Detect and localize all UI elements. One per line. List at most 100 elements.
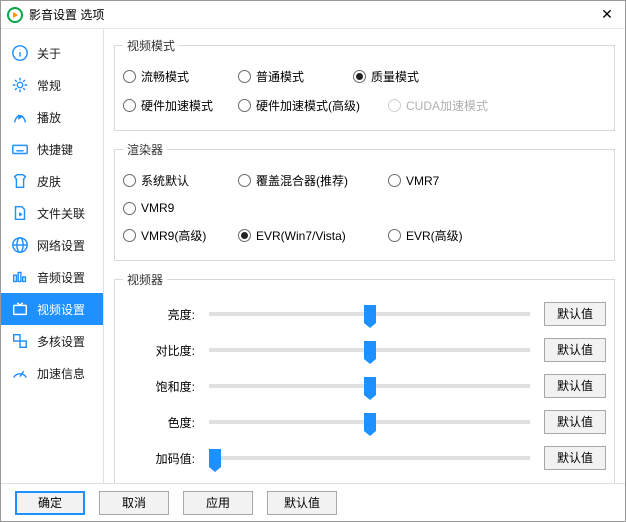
slider-thumb[interactable] xyxy=(364,377,376,395)
cancel-button[interactable]: 取消 xyxy=(99,491,169,515)
slider-row: 亮度: 默认值 xyxy=(123,296,606,332)
sidebar-item-general[interactable]: 常规 xyxy=(1,69,103,101)
radio-sys-default[interactable]: 系统默认 xyxy=(123,172,238,189)
slider-default-button[interactable]: 默认值 xyxy=(544,338,606,362)
sidebar-item-multicore[interactable]: 多核设置 xyxy=(1,325,103,357)
sidebar: 关于 常规 播放 快捷键 皮肤 文件关联 网络设置 音频设置 视频设置 多核设置… xyxy=(1,29,103,483)
titlebar: 影音设置 选项 ✕ xyxy=(1,1,625,29)
radio-label: VMR7 xyxy=(406,174,439,188)
group-legend: 视频模式 xyxy=(123,37,179,54)
apply-button[interactable]: 应用 xyxy=(183,491,253,515)
sidebar-item-network[interactable]: 网络设置 xyxy=(1,229,103,261)
radio-icon xyxy=(388,174,401,187)
sidebar-item-label: 网络设置 xyxy=(37,237,85,254)
sidebar-item-label: 常规 xyxy=(37,77,61,94)
tv-icon xyxy=(11,300,29,318)
slider-track[interactable] xyxy=(209,456,530,460)
sidebar-item-video[interactable]: 视频设置 xyxy=(1,293,103,325)
radio-evr-win7[interactable]: EVR(Win7/Vista) xyxy=(238,227,388,244)
radio-icon xyxy=(123,202,136,215)
ok-button[interactable]: 确定 xyxy=(15,491,85,515)
group-video-mode: 视频模式 流畅模式 普通模式 质量模式 硬件加速模式 硬件加速模式(高级) CU… xyxy=(114,37,615,131)
sidebar-item-label: 快捷键 xyxy=(37,141,73,158)
radio-smooth-mode[interactable]: 流畅模式 xyxy=(123,68,238,85)
radio-icon xyxy=(388,229,401,242)
radio-label: EVR(Win7/Vista) xyxy=(256,229,346,243)
gear-icon xyxy=(11,76,29,94)
radio-overlay-mixer[interactable]: 覆盖混合器(推荐) xyxy=(238,172,388,189)
slider-track[interactable] xyxy=(209,420,530,424)
defaults-button[interactable]: 默认值 xyxy=(267,491,337,515)
sidebar-item-hotkeys[interactable]: 快捷键 xyxy=(1,133,103,165)
sidebar-item-playback[interactable]: 播放 xyxy=(1,101,103,133)
radio-icon xyxy=(123,70,136,83)
slider-thumb[interactable] xyxy=(364,413,376,431)
radio-normal-mode[interactable]: 普通模式 xyxy=(238,68,353,85)
slider-default-button[interactable]: 默认值 xyxy=(544,374,606,398)
audio-icon xyxy=(11,268,29,286)
radio-hw-accel[interactable]: 硬件加速模式 xyxy=(123,97,238,114)
group-legend: 渲染器 xyxy=(123,141,167,158)
slider-default-button[interactable]: 默认值 xyxy=(544,302,606,326)
radio-icon xyxy=(238,229,251,242)
shirt-icon xyxy=(11,172,29,190)
content-panel: 视频模式 流畅模式 普通模式 质量模式 硬件加速模式 硬件加速模式(高级) CU… xyxy=(103,29,625,483)
radio-label: CUDA加速模式 xyxy=(406,97,488,114)
globe-icon xyxy=(11,236,29,254)
sidebar-item-label: 音频设置 xyxy=(37,269,85,286)
sidebar-item-accel-info[interactable]: 加速信息 xyxy=(1,357,103,389)
group-video-adj: 视频器 亮度:默认值对比度:默认值饱和度:默认值色度:默认值加码值:默认值 xyxy=(114,271,615,483)
group-legend: 视频器 xyxy=(123,271,167,288)
keyboard-icon xyxy=(11,140,29,158)
bottom-bar: 确定 取消 应用 默认值 xyxy=(1,483,625,521)
slider-row: 对比度: 默认值 xyxy=(123,332,606,368)
slider-thumb[interactable] xyxy=(364,341,376,359)
cores-icon xyxy=(11,332,29,350)
radio-icon xyxy=(123,229,136,242)
window-title: 影音设置 选项 xyxy=(29,6,595,23)
sidebar-item-about[interactable]: 关于 xyxy=(1,37,103,69)
info-icon xyxy=(11,44,29,62)
radio-evr-adv[interactable]: EVR(高级) xyxy=(388,227,503,244)
slider-label: 亮度: xyxy=(123,306,201,323)
sidebar-item-file-assoc[interactable]: 文件关联 xyxy=(1,197,103,229)
slider-thumb[interactable] xyxy=(364,305,376,323)
radio-label: 流畅模式 xyxy=(141,68,189,85)
slider-row: 加码值:默认值 xyxy=(123,440,606,476)
radio-vmr9-adv[interactable]: VMR9(高级) xyxy=(123,227,238,244)
radio-label: 硬件加速模式(高级) xyxy=(256,97,360,114)
slider-track[interactable] xyxy=(209,348,530,352)
slider-label: 饱和度: xyxy=(123,378,201,395)
radio-quality-mode[interactable]: 质量模式 xyxy=(353,68,468,85)
radio-icon xyxy=(123,99,136,112)
slider-default-button[interactable]: 默认值 xyxy=(544,446,606,470)
radio-cuda: CUDA加速模式 xyxy=(388,97,503,114)
slider-row: 色度: 默认值 xyxy=(123,404,606,440)
play-icon xyxy=(11,108,29,126)
slider-track[interactable] xyxy=(209,312,530,316)
radio-icon xyxy=(238,99,251,112)
sidebar-item-label: 皮肤 xyxy=(37,173,61,190)
slider-default-button[interactable]: 默认值 xyxy=(544,410,606,434)
sidebar-item-audio[interactable]: 音频设置 xyxy=(1,261,103,293)
sidebar-item-label: 关于 xyxy=(37,45,61,62)
radio-icon xyxy=(353,70,366,83)
sidebar-item-label: 视频设置 xyxy=(37,301,85,318)
radio-icon xyxy=(238,174,251,187)
slider-track[interactable] xyxy=(209,384,530,388)
radio-vmr9[interactable]: VMR9 xyxy=(123,201,238,215)
close-icon[interactable]: ✕ xyxy=(595,6,619,23)
sidebar-item-label: 加速信息 xyxy=(37,365,85,382)
slider-label: 色度: xyxy=(123,414,201,431)
slider-label: 对比度: xyxy=(123,342,201,359)
sidebar-item-label: 多核设置 xyxy=(37,333,85,350)
radio-label: 覆盖混合器(推荐) xyxy=(256,172,348,189)
radio-vmr7[interactable]: VMR7 xyxy=(388,172,503,189)
radio-label: EVR(高级) xyxy=(406,227,463,244)
radio-label: 普通模式 xyxy=(256,68,304,85)
slider-thumb[interactable] xyxy=(209,449,221,467)
radio-label: 硬件加速模式 xyxy=(141,97,213,114)
sidebar-item-skin[interactable]: 皮肤 xyxy=(1,165,103,197)
radio-icon xyxy=(238,70,251,83)
radio-hw-accel-adv[interactable]: 硬件加速模式(高级) xyxy=(238,97,388,114)
